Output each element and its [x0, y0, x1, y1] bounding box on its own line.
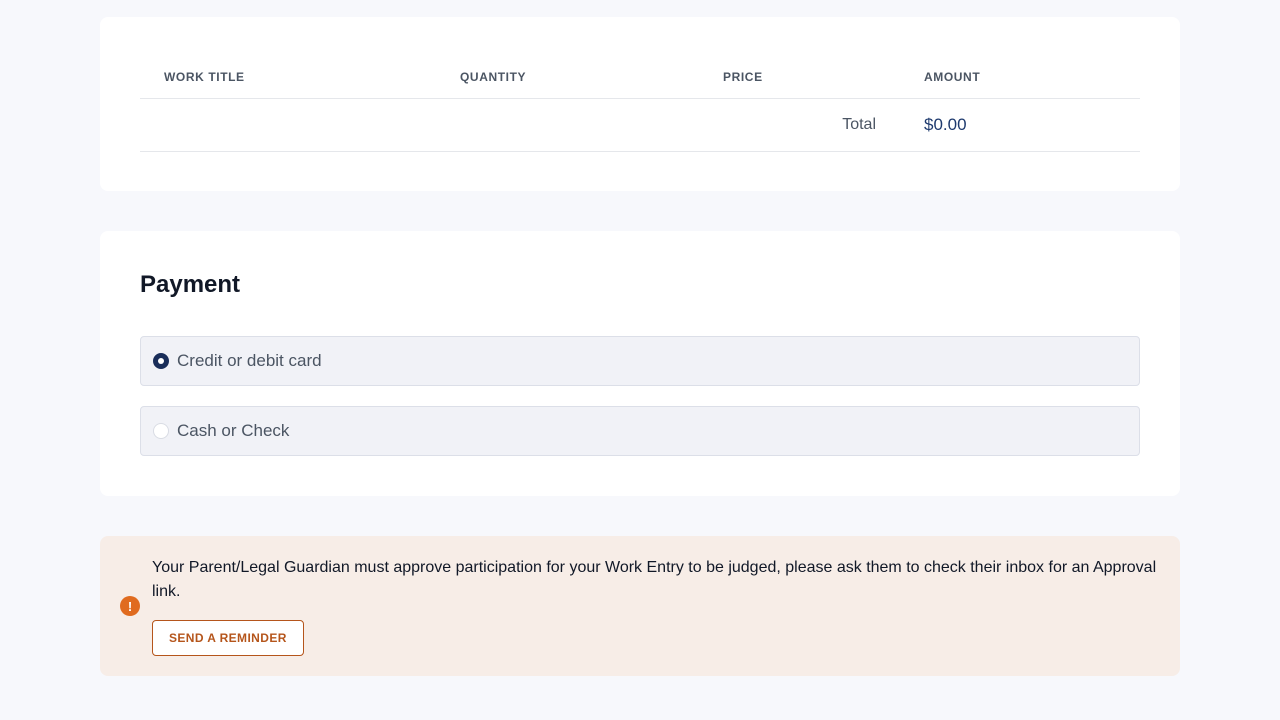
order-summary-card: WORK TITLE QUANTITY PRICE AMOUNT Total $…: [100, 17, 1180, 191]
total-row: Total $0.00: [140, 98, 1140, 152]
column-header-price: PRICE: [699, 57, 900, 99]
payment-title: Payment: [140, 271, 241, 298]
alert-message: Your Parent/Legal Guardian must approve …: [152, 559, 1157, 600]
exclamation-icon: !: [120, 596, 140, 616]
radio-selected-icon[interactable]: [153, 353, 169, 369]
total-row-spacer: [140, 98, 436, 152]
column-header-quantity: QUANTITY: [436, 57, 699, 99]
guardian-approval-alert: ! Your Parent/Legal Guardian must approv…: [100, 536, 1180, 676]
payment-option-cash-check[interactable]: Cash or Check: [140, 406, 1140, 456]
payment-option-label: Cash or Check: [177, 421, 290, 440]
total-value: $0.00: [900, 98, 1140, 152]
order-table: WORK TITLE QUANTITY PRICE AMOUNT Total $…: [140, 57, 1140, 152]
column-header-amount: AMOUNT: [900, 57, 1140, 99]
payment-option-card[interactable]: Credit or debit card: [140, 336, 1140, 386]
total-row-spacer: [436, 98, 699, 152]
column-header-work-title: WORK TITLE: [140, 57, 436, 99]
total-label: Total: [699, 98, 900, 152]
send-reminder-button[interactable]: SEND A REMINDER: [152, 620, 304, 656]
table-header-row: WORK TITLE QUANTITY PRICE AMOUNT: [140, 57, 1140, 99]
radio-unselected-icon[interactable]: [153, 423, 169, 439]
payment-card: Payment Credit or debit card Cash or Che…: [100, 231, 1180, 496]
payment-option-label: Credit or debit card: [177, 351, 322, 370]
